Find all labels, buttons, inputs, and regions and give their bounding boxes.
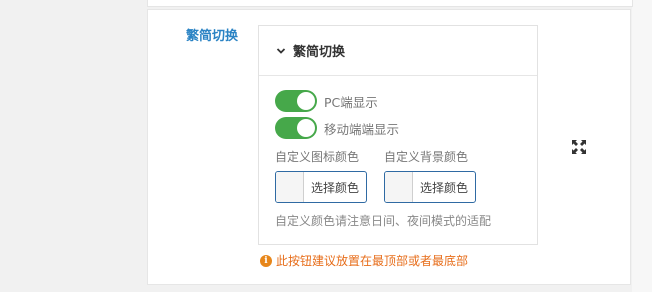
mobile-display-label: 移动端端显示 (324, 121, 400, 137)
accordion-panel: 繁简切换 PC端显示 移动端端显示 自定义图标颜色 选择颜色 自定义背景颜色 选… (258, 25, 538, 245)
accordion-title: 繁简切换 (293, 45, 346, 60)
chevron-down-icon[interactable] (273, 43, 289, 59)
setting-row-traditional-simplified: 繁简切换 繁简切换 PC端显示 移动端端显示 自定义图标颜色 选择颜色 自定义背… (147, 9, 631, 285)
previous-row (147, 0, 633, 7)
field-label: 繁简切换 (186, 29, 239, 44)
bg-color-button-label: 选择颜色 (419, 180, 468, 195)
accordion-header[interactable]: 繁简切换 (259, 26, 537, 76)
icon-color-swatch[interactable] (276, 172, 304, 202)
pc-display-toggle[interactable] (275, 90, 317, 112)
toggle-row-pc: PC端显示 (275, 90, 378, 112)
pc-display-label: PC端显示 (324, 94, 378, 110)
bg-color-swatch[interactable] (385, 172, 413, 202)
icon-color-button-label: 选择颜色 (310, 180, 359, 195)
color-note: 自定义颜色请注意日间、夜间模式的适配 (275, 214, 492, 228)
icon-color-label: 自定义图标颜色 (275, 150, 360, 164)
info-icon: i (260, 254, 272, 267)
icon-color-group: 自定义图标颜色 选择颜色 (275, 148, 367, 203)
toggle-knob (297, 119, 315, 137)
toggle-row-mobile: 移动端端显示 (275, 117, 399, 139)
bg-color-label: 自定义背景颜色 (384, 150, 469, 164)
mobile-display-toggle[interactable] (275, 117, 317, 139)
placement-warning: i 此按钮建议放置在最顶部或者最底部 (260, 252, 468, 269)
expand-arrows-icon[interactable] (572, 140, 586, 154)
bg-color-group: 自定义背景颜色 选择颜色 (384, 148, 476, 203)
toggle-knob (297, 92, 315, 110)
warning-text: 此按钮建议放置在最顶部或者最底部 (276, 254, 469, 268)
bg-color-picker[interactable]: 选择颜色 (384, 171, 476, 203)
icon-color-picker[interactable]: 选择颜色 (275, 171, 367, 203)
page-right-strip (632, 0, 652, 292)
